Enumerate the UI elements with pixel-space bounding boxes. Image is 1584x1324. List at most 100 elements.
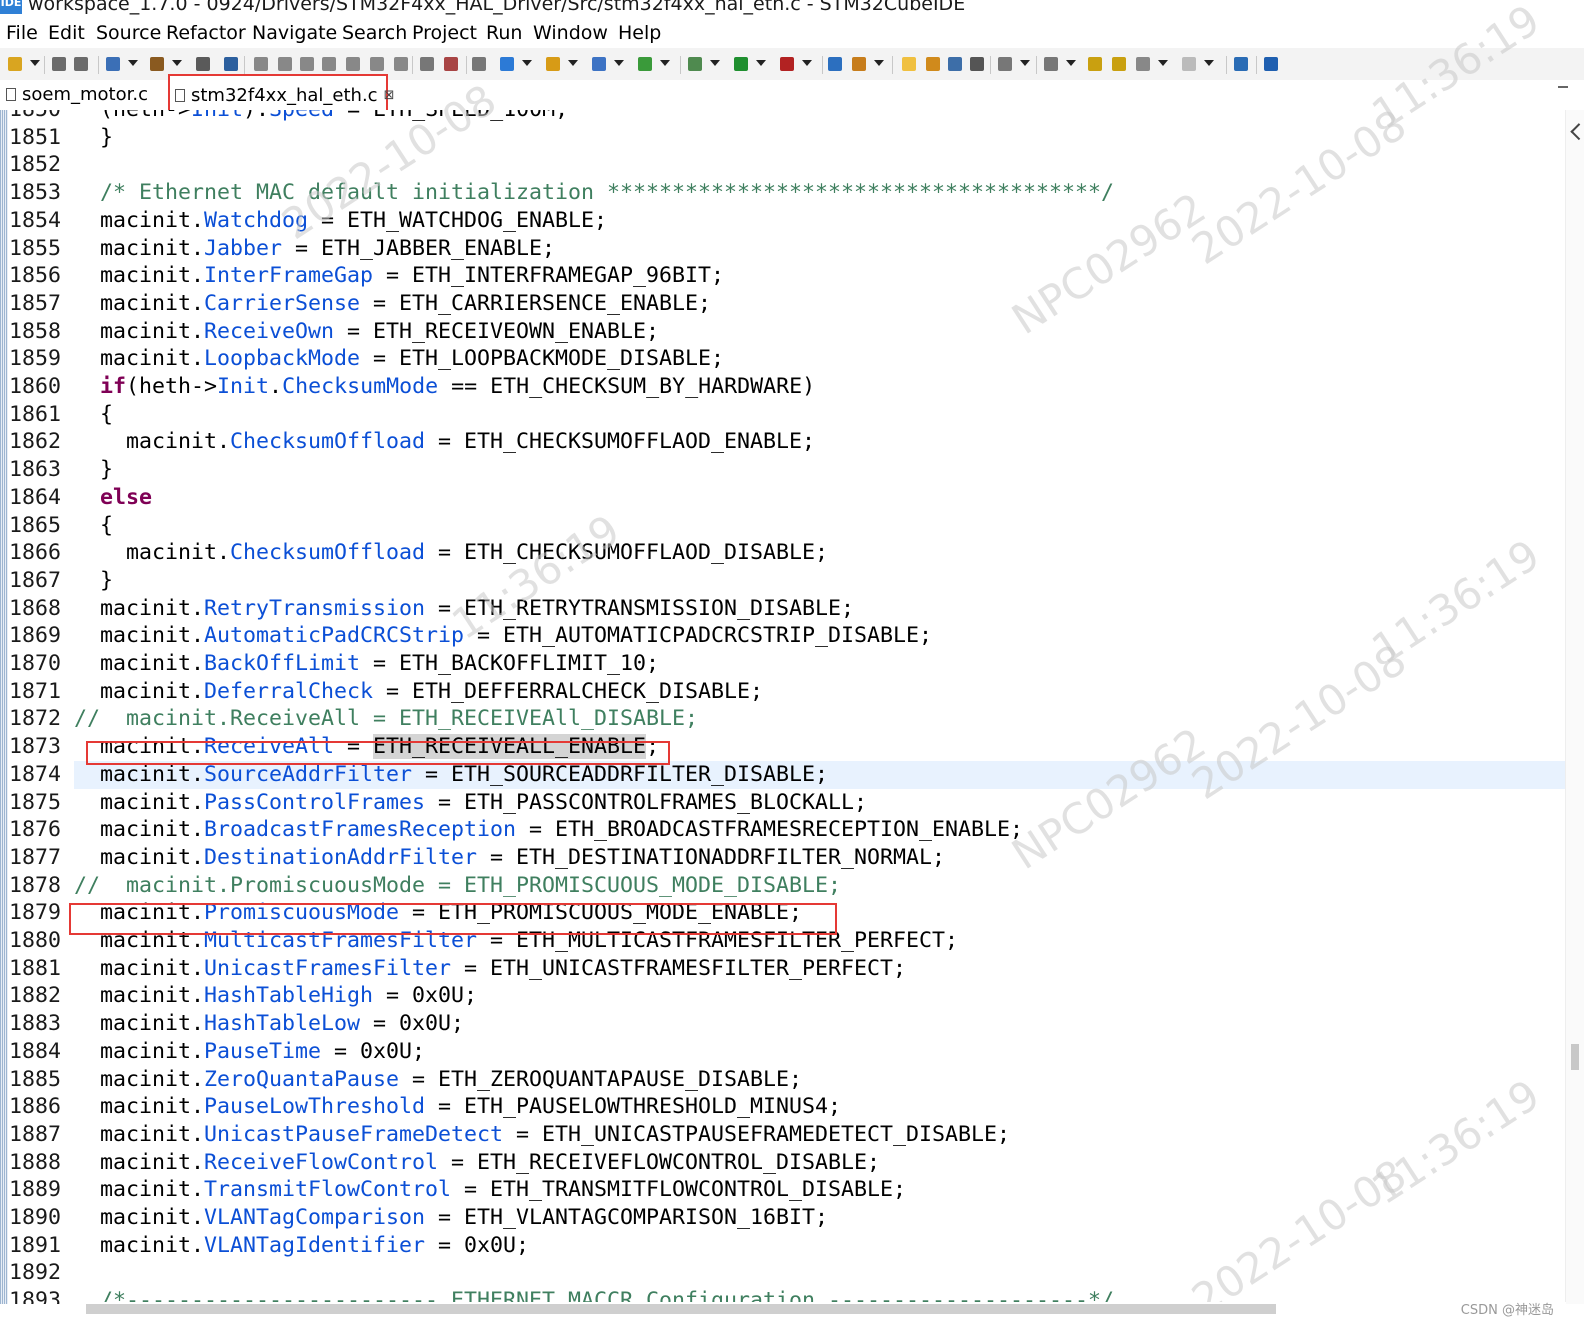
chevron-down-icon[interactable] (802, 60, 812, 66)
back-edit-icon[interactable] (1088, 57, 1102, 71)
code-line[interactable]: 1858 macinit.ReceiveOwn = ETH_RECEIVEOWN… (0, 318, 1566, 346)
code-line[interactable]: 1850 (heth->Init).Speed = ETH_SPEED_100M… (0, 110, 1566, 124)
use-step-filters-icon[interactable] (420, 57, 434, 71)
chevron-down-icon[interactable] (128, 60, 138, 66)
code-line[interactable]: 1860 if(heth->Init.ChecksumMode == ETH_C… (0, 373, 1566, 401)
code-line[interactable]: 1868 macinit.RetryTransmission = ETH_RET… (0, 595, 1566, 623)
code-line[interactable]: 1863 } (0, 456, 1566, 484)
code-line[interactable]: 1884 macinit.PauseTime = 0x0U; (0, 1038, 1566, 1066)
code-line[interactable]: 1876 macinit.BroadcastFramesReception = … (0, 816, 1566, 844)
code-line[interactable]: 1892 (0, 1259, 1566, 1287)
suspend-icon[interactable] (278, 57, 292, 71)
code-line[interactable]: 1869 macinit.AutomaticPadCRCStrip = ETH_… (0, 622, 1566, 650)
search-tools-icon[interactable] (852, 57, 866, 71)
menu-help[interactable]: Help (618, 22, 661, 44)
chevron-down-icon[interactable] (710, 60, 720, 66)
code-line[interactable]: 1857 macinit.CarrierSense = ETH_CARRIERS… (0, 290, 1566, 318)
menu-edit[interactable]: Edit (48, 22, 85, 44)
code-line[interactable]: 1859 macinit.LoopbackMode = ETH_LOOPBACK… (0, 345, 1566, 373)
forward-icon[interactable] (1182, 57, 1196, 71)
code-line[interactable]: 1886 macinit.PauseLowThreshold = ETH_PAU… (0, 1093, 1566, 1121)
chevron-down-icon[interactable] (1204, 60, 1214, 66)
chevron-down-icon[interactable] (660, 60, 670, 66)
step-into-icon[interactable] (346, 57, 360, 71)
highlight-icon[interactable] (902, 57, 916, 71)
chevron-down-icon[interactable] (614, 60, 624, 66)
tab-soem-motor[interactable]: soem_motor.c (6, 80, 148, 110)
code-line[interactable]: 1864 else (0, 484, 1566, 512)
code-line[interactable]: 1878 // macinit.PromiscuousMode = ETH_PRO… (0, 872, 1566, 900)
chevron-down-icon[interactable] (1158, 60, 1168, 66)
chevron-down-icon[interactable] (172, 60, 182, 66)
code-line[interactable]: 1882 macinit.HashTableHigh = 0x0U; (0, 982, 1566, 1010)
chevron-down-icon[interactable] (756, 60, 766, 66)
chevron-down-icon[interactable] (522, 60, 532, 66)
code-line[interactable]: 1862 macinit.ChecksumOffload = ETH_CHECK… (0, 428, 1566, 456)
code-line[interactable]: 1865 { (0, 512, 1566, 540)
code-line[interactable]: 1856 macinit.InterFrameGap = ETH_INTERFR… (0, 262, 1566, 290)
resume-icon[interactable] (254, 57, 268, 71)
code-line[interactable]: 1877 macinit.DestinationAddrFilter = ETH… (0, 844, 1566, 872)
forward-edit-icon[interactable] (1112, 57, 1126, 71)
menu-run[interactable]: Run (486, 22, 522, 44)
refresh-icon[interactable] (638, 57, 652, 71)
next-annotation-icon[interactable] (998, 57, 1012, 71)
instruction-step-icon[interactable] (444, 57, 458, 71)
debug-link-icon[interactable] (224, 57, 238, 71)
info-icon[interactable] (1264, 57, 1278, 71)
external-tools-icon[interactable] (780, 57, 794, 71)
code-line[interactable]: 1861 { (0, 401, 1566, 429)
menu-source[interactable]: Source (96, 22, 161, 44)
vertical-scrollbar[interactable] (1565, 110, 1584, 1304)
chevron-down-icon[interactable] (1020, 60, 1030, 66)
open-type-icon[interactable] (546, 57, 560, 71)
code-line[interactable]: 1875 macinit.PassControlFrames = ETH_PAS… (0, 789, 1566, 817)
tab-list-menu-icon[interactable] (1558, 86, 1568, 88)
code-line[interactable]: 1888 macinit.ReceiveFlowControl = ETH_RE… (0, 1149, 1566, 1177)
horizontal-scroll-thumb[interactable] (86, 1304, 1276, 1314)
build-config-icon[interactable] (106, 57, 120, 71)
block-select-icon[interactable] (948, 57, 962, 71)
code-line[interactable]: 1881 macinit.UnicastFramesFilter = ETH_U… (0, 955, 1566, 983)
chevron-down-icon[interactable] (30, 60, 40, 66)
code-line[interactable]: 1855 macinit.Jabber = ETH_JABBER_ENABLE; (0, 235, 1566, 263)
step-return-icon[interactable] (394, 57, 408, 71)
scroll-up-icon[interactable] (1570, 123, 1584, 141)
run-icon[interactable] (734, 57, 748, 71)
close-icon[interactable]: ⊠ (384, 88, 395, 103)
open-perspective-icon[interactable] (828, 57, 842, 71)
menu-search[interactable]: Search (342, 22, 407, 44)
save-icon[interactable] (52, 57, 66, 71)
new-class-icon[interactable] (592, 57, 606, 71)
code-line[interactable]: 1885 macinit.ZeroQuantaPause = ETH_ZEROQ… (0, 1066, 1566, 1094)
external-window-icon[interactable] (1234, 57, 1248, 71)
menu-refactor[interactable]: Refactor (166, 22, 246, 44)
back-icon[interactable] (1136, 57, 1150, 71)
mark-occurrences-icon[interactable] (926, 57, 940, 71)
hand-icon[interactable] (472, 57, 486, 71)
debug-icon[interactable] (688, 57, 702, 71)
step-over-icon[interactable] (370, 57, 384, 71)
chevron-down-icon[interactable] (1066, 60, 1076, 66)
horizontal-scrollbar[interactable] (74, 1302, 1566, 1324)
code-line[interactable]: 1883 macinit.HashTableLow = 0x0U; (0, 1010, 1566, 1038)
tab-stm32f4xx-hal-eth[interactable]: stm32f4xx_hal_eth.c ⊠ (168, 74, 394, 112)
chevron-down-icon[interactable] (568, 60, 578, 66)
code-line[interactable]: 1866 macinit.ChecksumOffload = ETH_CHECK… (0, 539, 1566, 567)
save-all-icon[interactable] (74, 57, 88, 71)
binary-icon[interactable] (196, 57, 210, 71)
menu-navigate[interactable]: Navigate (252, 22, 337, 44)
vertical-scroll-thumb[interactable] (1571, 1044, 1579, 1070)
code-line[interactable]: 1887 macinit.UnicastPauseFrameDetect = E… (0, 1121, 1566, 1149)
show-whitespace-icon[interactable] (970, 57, 984, 71)
menu-window[interactable]: Window (533, 22, 608, 44)
menu-project[interactable]: Project (412, 22, 477, 44)
menu-file[interactable]: File (6, 22, 38, 44)
code-line[interactable]: 1867 } (0, 567, 1566, 595)
chevron-down-icon[interactable] (874, 60, 884, 66)
disconnect-icon[interactable] (322, 57, 336, 71)
build-icon[interactable] (150, 57, 164, 71)
new-icon[interactable] (8, 57, 22, 71)
code-line[interactable]: 1854 macinit.Watchdog = ETH_WATCHDOG_ENA… (0, 207, 1566, 235)
prev-annotation-icon[interactable] (1044, 57, 1058, 71)
